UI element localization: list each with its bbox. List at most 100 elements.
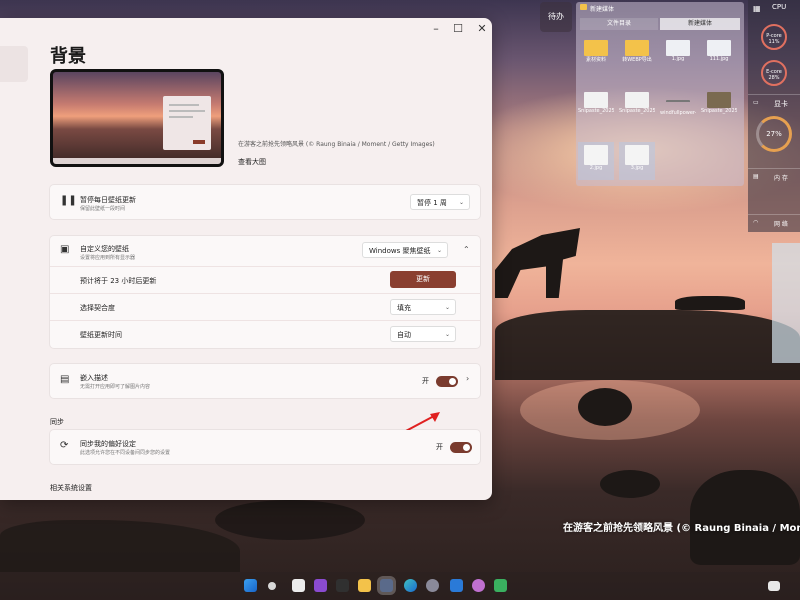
rock-bottom — [215, 500, 365, 540]
side-panel-edge[interactable] — [772, 243, 800, 363]
page-title: 背景 — [50, 46, 86, 67]
sync-toggle[interactable] — [450, 442, 472, 453]
view-large-link[interactable]: 查看大图 — [238, 157, 266, 167]
settings-window: – ☐ ✕ 背景 在游客之前抢先领略风景 (© Raung Binaia / M… — [0, 18, 492, 500]
sync-desc: 此选项允许您在不同设备间同步您的设置 — [80, 450, 171, 456]
chevron-right-icon[interactable]: › — [466, 374, 469, 383]
rock-center — [600, 470, 660, 498]
p-core-gauge: P-core 11% — [761, 24, 787, 50]
desktop-fences: 新建媒体 文件目录 新建媒体 素材资料 转WEBP导出 1.jpg 111.jp… — [576, 2, 744, 186]
preview-dialog — [163, 96, 211, 150]
folder-icon — [580, 4, 587, 10]
memory-icon: ▤ — [753, 173, 759, 180]
app-icon-pink[interactable] — [472, 579, 485, 592]
image-icon — [625, 145, 649, 165]
pause-dropdown[interactable]: 暂停 1 周 ⌄ — [410, 194, 470, 210]
personalize-title: 自定义您的壁纸 — [80, 245, 129, 253]
sync-toggle-label: 开 — [436, 443, 443, 451]
app-icon-dark[interactable] — [336, 579, 349, 592]
fences-header: 新建媒体 — [576, 2, 744, 16]
file-explorer-icon[interactable] — [358, 579, 371, 592]
embed-title: 嵌入描述 — [80, 374, 108, 382]
minimize-button[interactable]: – — [424, 18, 448, 40]
update-button[interactable]: 更新 — [390, 271, 456, 288]
fences-item[interactable]: 111.jpg — [701, 40, 737, 62]
personalize-desc: 设置将应用到所有显示器 — [80, 255, 136, 261]
folder-icon — [625, 40, 649, 56]
settings-icon[interactable] — [426, 579, 439, 592]
update-row: 预计将于 23 小时后更新 更新 — [50, 266, 480, 293]
fences-item[interactable]: Snipaste_2025-05-24_11... — [619, 92, 655, 114]
chevron-down-icon: ⌄ — [444, 331, 450, 338]
embed-toggle[interactable] — [436, 376, 458, 387]
image-icon — [707, 40, 731, 56]
image-icon — [625, 92, 649, 108]
preview-taskbar — [53, 158, 221, 164]
rock-island — [675, 296, 745, 310]
task-view-icon[interactable] — [292, 579, 305, 592]
personalize-header[interactable]: ▣ 自定义您的壁纸 设置将应用到所有显示器 Windows 聚焦壁纸 ⌄ ⌃ — [50, 236, 480, 266]
search-icon[interactable] — [268, 582, 276, 590]
edge-icon[interactable] — [404, 579, 417, 592]
fit-row: 选择契合度 填充 ⌄ — [50, 293, 480, 320]
rock-right — [690, 470, 800, 565]
chevron-down-icon: ⌄ — [444, 304, 450, 311]
fences-tab-files[interactable]: 文件目录 — [580, 18, 658, 30]
update-time-row: 壁纸更新时间 自动 ⌄ — [50, 320, 480, 347]
fences-item[interactable]: 2.jpg — [578, 142, 614, 180]
fences-tab-media[interactable]: 新建媒体 — [660, 18, 740, 30]
embed-toggle-label: 开 — [422, 377, 429, 385]
rock-left — [578, 388, 632, 426]
image-icon — [666, 100, 690, 104]
tray-icon[interactable] — [768, 581, 780, 591]
wallpaper-type-dropdown[interactable]: Windows 聚焦壁纸 ⌄ — [362, 242, 448, 258]
image-icon — [707, 92, 731, 108]
fences-item[interactable]: 素材资料 — [578, 40, 614, 63]
rock-bottom-left — [0, 520, 240, 572]
update-time-dropdown[interactable]: 自动 ⌄ — [390, 326, 456, 342]
image-icon — [584, 92, 608, 108]
e-core-gauge: E-core 28% — [761, 60, 787, 86]
fit-dropdown[interactable]: 填充 ⌄ — [390, 299, 456, 315]
fences-item[interactable]: 3.jpg — [619, 142, 655, 180]
image-icon — [666, 40, 690, 56]
fences-item[interactable]: Snipaste_2025-05-28_16... — [701, 92, 737, 114]
update-time-label: 壁纸更新时间 — [80, 331, 122, 339]
maximize-button[interactable]: ☐ — [446, 18, 470, 40]
caption-icon: ▤ — [60, 374, 70, 385]
pause-title: 暂停每日壁纸更新 — [80, 196, 136, 204]
app-icon-green[interactable] — [494, 579, 507, 592]
fences-item[interactable]: windfullpower-logo.png — [660, 92, 696, 116]
gpu-icon: ▭ — [753, 99, 759, 106]
fences-title: 新建媒体 — [590, 6, 615, 13]
folder-icon — [584, 40, 608, 56]
app-icon-purple[interactable] — [314, 579, 327, 592]
chevron-up-icon[interactable]: ⌃ — [463, 245, 470, 254]
pause-updates-card: ❚❚ 暂停每日壁纸更新 保留此壁纸一段时间 暂停 1 周 ⌄ — [50, 185, 480, 219]
app-icon-active[interactable] — [380, 579, 393, 592]
rock-shore — [495, 310, 800, 380]
cpu-icon: ▦ — [753, 4, 761, 13]
embed-description-card[interactable]: ▤ 嵌入描述 无需打开应用即可了解图片内容 开 › — [50, 364, 480, 398]
sync-icon: ⟳ — [60, 440, 69, 451]
system-monitor-widget: ▦ CPU P-core 11% E-core 28% ▭ 显卡 27% ▤ 内… — [748, 0, 800, 232]
fences-item[interactable]: 1.jpg — [660, 40, 696, 62]
embed-desc: 无需打开应用即可了解图片内容 — [80, 384, 151, 390]
gpu-gauge: 27% — [756, 116, 792, 152]
image-caption: 在游客之前抢先领略风景 (© Raung Binaia / Moment / G… — [238, 141, 435, 148]
update-label: 预计将于 23 小时后更新 — [80, 277, 157, 285]
close-button[interactable]: ✕ — [470, 18, 492, 40]
fences-item[interactable]: Snipaste_2025-05-24_11... — [578, 92, 614, 114]
todo-widget[interactable]: 待办 — [540, 2, 572, 32]
app-icon-blue[interactable] — [450, 579, 463, 592]
chevron-down-icon: ⌄ — [458, 199, 464, 206]
start-icon[interactable] — [244, 579, 257, 592]
fences-item[interactable]: 转WEBP导出 — [619, 40, 655, 63]
personalize-card: ▣ 自定义您的壁纸 设置将应用到所有显示器 Windows 聚焦壁纸 ⌄ ⌃ 预… — [50, 236, 480, 348]
pause-desc: 保留此壁纸一段时间 — [80, 206, 126, 212]
image-icon — [584, 145, 608, 165]
sync-heading: 同步 — [50, 418, 64, 426]
wifi-icon: ◠ — [753, 219, 759, 226]
nav-pane-strip[interactable] — [0, 46, 28, 82]
network-row: ◠ 网 络 — [748, 214, 800, 233]
